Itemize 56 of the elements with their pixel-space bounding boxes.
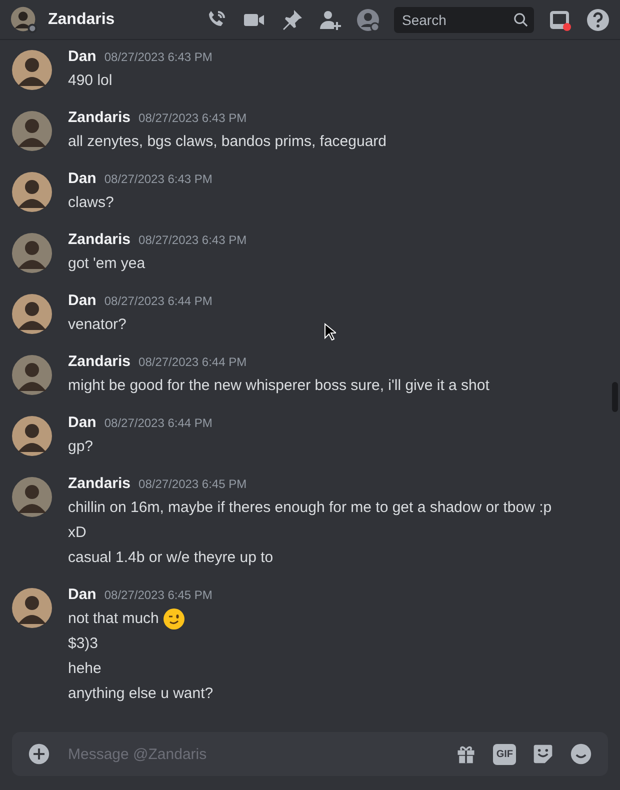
message-text: 490 lol bbox=[68, 71, 112, 91]
avatar[interactable] bbox=[10, 6, 38, 34]
channel-title: Zandaris bbox=[48, 10, 115, 28]
mouse-cursor-icon bbox=[324, 323, 336, 341]
message-input[interactable]: Message @Zandaris bbox=[66, 744, 440, 764]
message-text: got 'em yea bbox=[68, 254, 146, 274]
message-text: gp? bbox=[68, 437, 94, 457]
timestamp: 08/27/2023 6:43 PM bbox=[138, 111, 247, 125]
message-text: $3)3 bbox=[68, 634, 98, 654]
timestamp: 08/27/2023 6:44 PM bbox=[138, 355, 247, 369]
avatar[interactable] bbox=[12, 477, 52, 517]
author-name[interactable]: Dan bbox=[68, 586, 96, 603]
author-name[interactable]: Dan bbox=[68, 48, 96, 65]
avatar[interactable] bbox=[12, 294, 52, 334]
timestamp: 08/27/2023 6:43 PM bbox=[104, 172, 212, 186]
message-text: casual 1.4b or w/e theyre up to bbox=[68, 548, 274, 568]
message-text: might be good for the new whisperer boss sure, i'll give it a shot bbox=[68, 376, 490, 396]
scrollbar-thumb[interactable] bbox=[612, 382, 618, 412]
avatar[interactable] bbox=[12, 111, 52, 151]
timestamp: 08/27/2023 6:45 PM bbox=[104, 588, 212, 602]
timestamp: 08/27/2023 6:43 PM bbox=[104, 50, 212, 64]
avatar[interactable] bbox=[12, 588, 52, 628]
author-name[interactable]: Zandaris bbox=[68, 109, 131, 126]
avatar[interactable] bbox=[12, 233, 52, 273]
profile-icon[interactable] bbox=[356, 8, 380, 32]
author-name[interactable]: Zandaris bbox=[68, 353, 131, 370]
message-text: hehe bbox=[68, 659, 102, 679]
avatar[interactable] bbox=[12, 416, 52, 456]
avatar[interactable] bbox=[12, 172, 52, 212]
timestamp: 08/27/2023 6:44 PM bbox=[104, 416, 212, 430]
author-name[interactable]: Dan bbox=[68, 292, 96, 309]
message-text: claws? bbox=[68, 193, 114, 213]
timestamp: 08/27/2023 6:44 PM bbox=[104, 294, 212, 308]
avatar[interactable] bbox=[12, 355, 52, 395]
sticker-icon[interactable] bbox=[532, 743, 554, 765]
search-field[interactable]: Search bbox=[400, 10, 513, 28]
author-name[interactable]: Dan bbox=[68, 170, 96, 187]
timestamp: 08/27/2023 6:43 PM bbox=[138, 233, 247, 247]
plus-icon[interactable] bbox=[28, 743, 50, 765]
gif-button[interactable]: GIF bbox=[493, 744, 516, 764]
avatar[interactable] bbox=[12, 50, 52, 90]
help-icon[interactable] bbox=[586, 8, 610, 32]
timestamp: 08/27/2023 6:45 PM bbox=[138, 477, 247, 491]
message-field[interactable]: Message @Zandaris GIF bbox=[12, 732, 608, 776]
author-name[interactable]: Zandaris bbox=[68, 475, 131, 492]
message-text: not that much bbox=[68, 609, 159, 629]
search-icon bbox=[513, 12, 528, 27]
message-text: anything else u want? bbox=[68, 684, 214, 704]
emoji-icon[interactable] bbox=[570, 743, 592, 765]
message-text: chillin on 16m, maybe if theres enough for me to get a shadow or tbow :p bbox=[68, 498, 552, 518]
search-bar[interactable]: Search bbox=[394, 6, 534, 32]
message-text: venator? bbox=[68, 315, 126, 335]
message-text: xD bbox=[68, 523, 86, 543]
author-name[interactable]: Zandaris bbox=[68, 231, 131, 248]
author-name[interactable]: Dan bbox=[68, 414, 96, 431]
message-text: all zenytes, bgs claws, bandos prims, faceguard bbox=[68, 132, 386, 152]
